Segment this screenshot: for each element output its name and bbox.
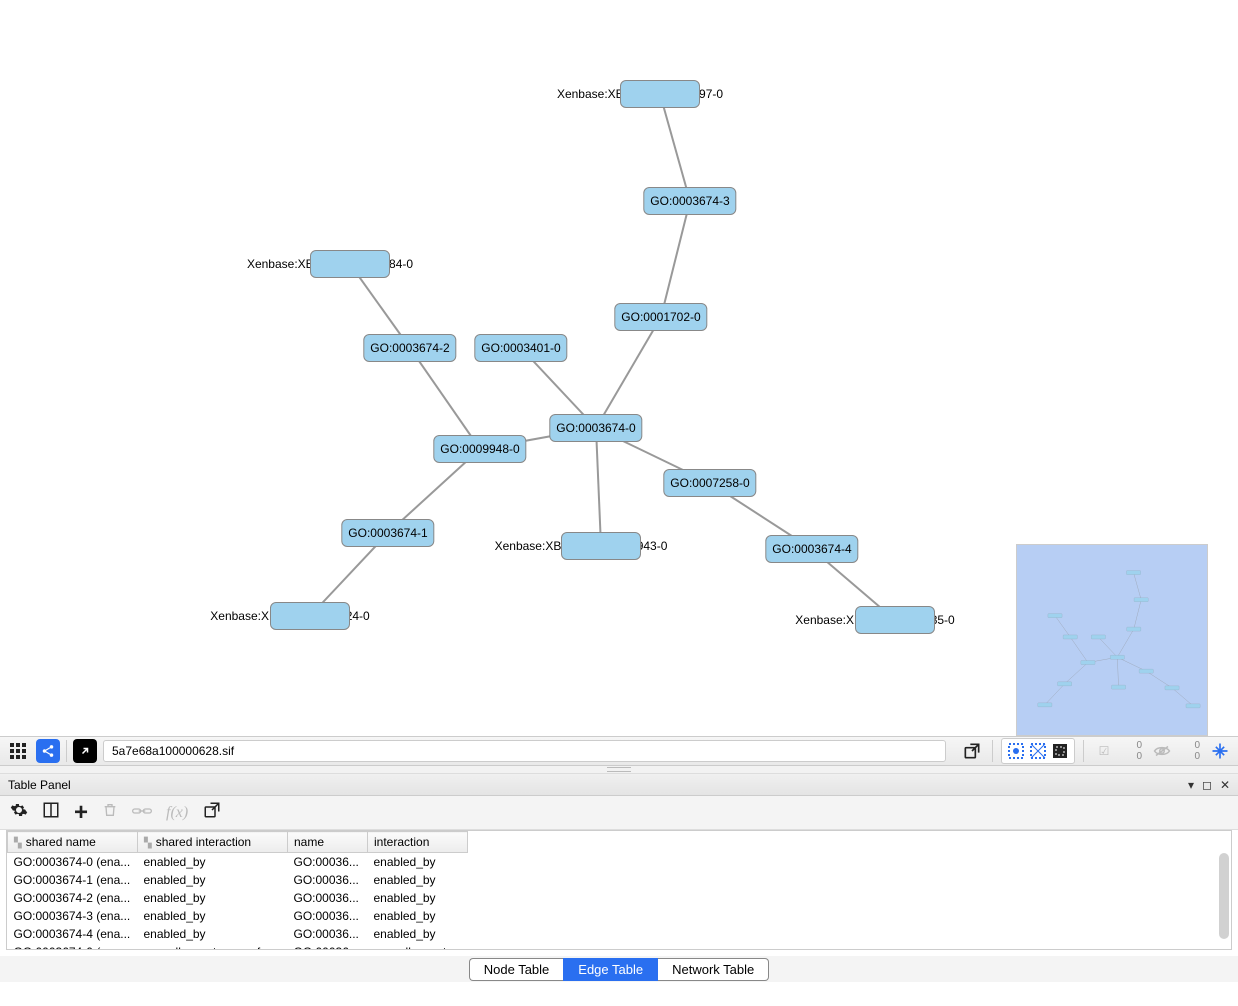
graph-node[interactable] xyxy=(620,80,700,108)
table-row[interactable]: GO:0003674-4 (ena...enabled_byGO:00036..… xyxy=(8,925,468,943)
table-cell: GO:0003674-3 (ena... xyxy=(8,907,138,925)
table-container: ▚shared name▚shared interactionnameinter… xyxy=(6,830,1232,950)
table-panel-header: Table Panel ▾ ◻ ✕ xyxy=(0,774,1238,796)
network-canvas[interactable]: Xenbase:XB-GENE-6251797-0 GO:0003674-3Xe… xyxy=(0,0,1238,736)
table-tabs: Node Table Edge Table Network Table xyxy=(0,956,1238,982)
add-icon[interactable]: + xyxy=(74,799,88,827)
graph-node[interactable]: GO:0007258-0 xyxy=(663,469,756,497)
table-cell: enabled_by xyxy=(138,925,288,943)
table-cell: GO:00036... xyxy=(288,925,368,943)
graph-node[interactable] xyxy=(561,532,641,560)
main-toolbar: 5a7e68a100000628.sif ☑ 00 00 xyxy=(0,736,1238,766)
gear-icon[interactable] xyxy=(10,801,28,824)
link-icon xyxy=(132,802,152,823)
graph-node[interactable]: GO:0001702-0 xyxy=(614,303,707,331)
table-export-icon[interactable] xyxy=(202,801,222,824)
export-icon[interactable] xyxy=(960,739,984,763)
panel-float-icon[interactable]: ◻ xyxy=(1202,778,1212,792)
table-cell: enabled_by xyxy=(138,871,288,889)
table-cell: causally_upstre... xyxy=(368,943,468,951)
graph-node[interactable]: GO:0003674-3 xyxy=(643,187,736,215)
panel-title: Table Panel xyxy=(8,778,71,792)
table-cell: GO:00036... xyxy=(288,907,368,925)
fit-view-icon[interactable] xyxy=(1208,739,1232,763)
table-cell: causally_upstream_of_or... xyxy=(138,943,288,951)
graph-node[interactable]: GO:0003674-2 xyxy=(363,334,456,362)
hide-icon[interactable] xyxy=(1150,739,1174,763)
selection-mode-group xyxy=(1001,738,1075,764)
panel-resize-grabber[interactable] xyxy=(0,766,1238,774)
panel-minimize-icon[interactable]: ▾ xyxy=(1188,778,1194,792)
table-cell: GO:00036... xyxy=(288,871,368,889)
table-row[interactable]: GO:0003674-0 (cau...causally_upstream_of… xyxy=(8,943,468,951)
table-cell: enabled_by xyxy=(368,889,468,907)
graph-node[interactable]: GO:0003674-1 xyxy=(341,519,434,547)
column-header[interactable]: name xyxy=(288,832,368,853)
table-cell: enabled_by xyxy=(138,907,288,925)
table-row[interactable]: GO:0003674-0 (ena...enabled_byGO:00036..… xyxy=(8,853,468,871)
table-cell: enabled_by xyxy=(368,871,468,889)
table-cell: enabled_by xyxy=(368,925,468,943)
show-selected-icon[interactable]: ☑ xyxy=(1092,739,1116,763)
table-cell: enabled_by xyxy=(138,889,288,907)
graph-node[interactable]: GO:0003674-4 xyxy=(765,535,858,563)
panel-close-icon[interactable]: ✕ xyxy=(1220,778,1230,792)
share-icon[interactable] xyxy=(36,739,60,763)
graph-node[interactable]: GO:0003401-0 xyxy=(474,334,567,362)
column-header[interactable]: interaction xyxy=(368,832,468,853)
tab-network-table[interactable]: Network Table xyxy=(658,958,769,981)
table-toolbar: + f(x) xyxy=(0,796,1238,830)
file-path-text: 5a7e68a100000628.sif xyxy=(112,744,234,758)
table-cell: GO:0003674-1 (ena... xyxy=(8,871,138,889)
selection-count-b: 00 xyxy=(1182,740,1200,762)
table-cell: enabled_by xyxy=(368,907,468,925)
graph-node[interactable]: GO:0003674-0 xyxy=(549,414,642,442)
table-cell: GO:00036... xyxy=(288,943,368,951)
graph-node[interactable] xyxy=(855,606,935,634)
delete-icon xyxy=(102,801,118,824)
table-cell: enabled_by xyxy=(138,853,288,871)
graph-node[interactable] xyxy=(310,250,390,278)
selection-count-a: 00 xyxy=(1124,740,1142,762)
columns-icon[interactable] xyxy=(42,801,60,824)
select-mode-3-icon[interactable] xyxy=(1050,741,1070,761)
graph-node[interactable] xyxy=(270,602,350,630)
table-row[interactable]: GO:0003674-1 (ena...enabled_byGO:00036..… xyxy=(8,871,468,889)
file-path-field[interactable]: 5a7e68a100000628.sif xyxy=(103,740,946,762)
table-scrollbar[interactable] xyxy=(1219,853,1229,939)
edge-table[interactable]: ▚shared name▚shared interactionnameinter… xyxy=(7,831,468,950)
select-mode-2-icon[interactable] xyxy=(1028,741,1048,761)
function-icon: f(x) xyxy=(166,804,188,822)
column-header[interactable]: ▚shared interaction xyxy=(138,832,288,853)
table-row[interactable]: GO:0003674-2 (ena...enabled_byGO:00036..… xyxy=(8,889,468,907)
table-cell: GO:0003674-0 (ena... xyxy=(8,853,138,871)
tab-node-table[interactable]: Node Table xyxy=(469,958,564,981)
table-cell: enabled_by xyxy=(368,853,468,871)
overview-minimap[interactable] xyxy=(1016,544,1208,736)
select-mode-1-icon[interactable] xyxy=(1006,741,1026,761)
table-row[interactable]: GO:0003674-3 (ena...enabled_byGO:00036..… xyxy=(8,907,468,925)
table-cell: GO:00036... xyxy=(288,889,368,907)
table-cell: GO:0003674-2 (ena... xyxy=(8,889,138,907)
graph-node[interactable]: GO:0009948-0 xyxy=(433,435,526,463)
column-header[interactable]: ▚shared name xyxy=(8,832,138,853)
table-cell: GO:0003674-4 (ena... xyxy=(8,925,138,943)
grid-layout-icon[interactable] xyxy=(6,739,30,763)
open-external-icon[interactable] xyxy=(73,739,97,763)
table-cell: GO:0003674-0 (cau... xyxy=(8,943,138,951)
tab-edge-table[interactable]: Edge Table xyxy=(563,958,658,981)
table-cell: GO:00036... xyxy=(288,853,368,871)
